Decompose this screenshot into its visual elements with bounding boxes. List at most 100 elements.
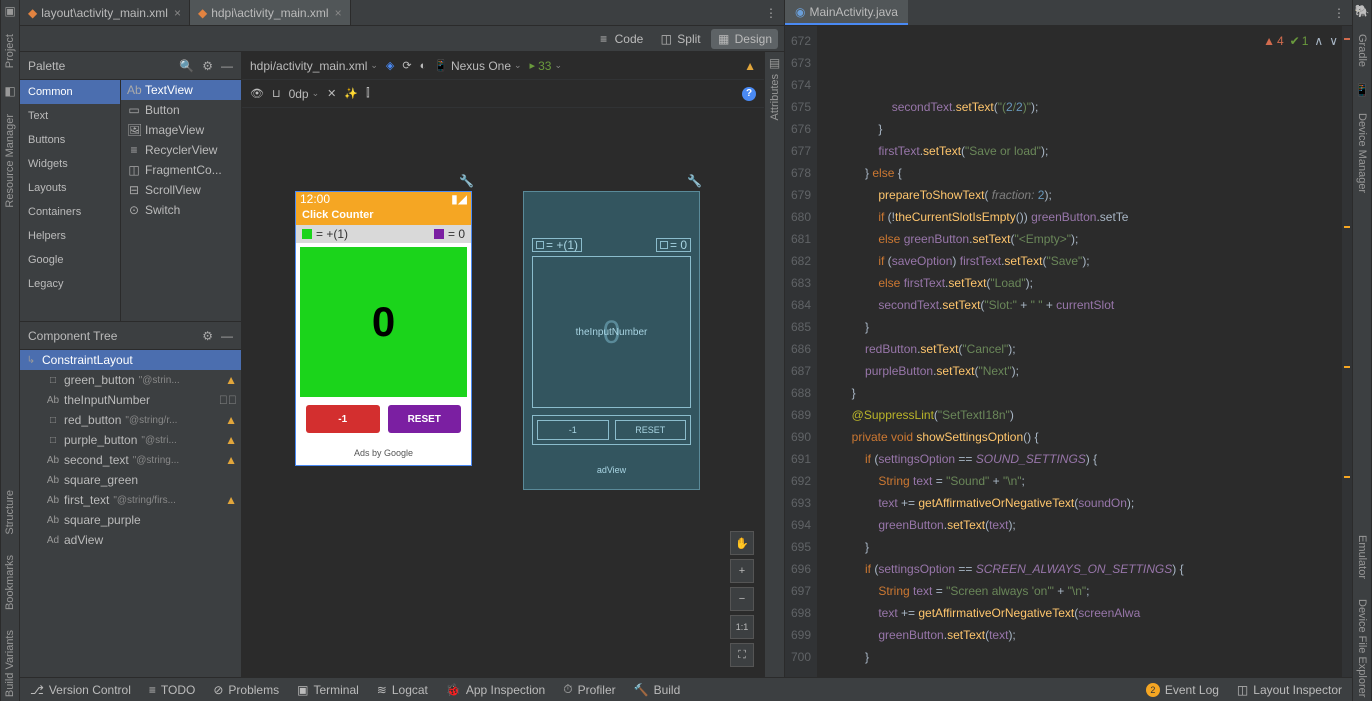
warning-icon[interactable]: ▲: [744, 59, 756, 73]
palette-cat-containers[interactable]: Containers: [20, 200, 120, 224]
attributes-label[interactable]: Attributes: [769, 70, 781, 124]
tree-item[interactable]: Absecond_text "@string...▲: [20, 450, 241, 470]
gear-icon[interactable]: ⚙: [202, 329, 213, 343]
sb-app-inspection[interactable]: 🐞 App Inspection: [446, 683, 545, 697]
zoom-in-button[interactable]: +: [730, 559, 754, 583]
palette-widget[interactable]: AbTextView: [121, 80, 241, 100]
sb-build[interactable]: 🔨 Build: [634, 683, 681, 697]
down-icon[interactable]: ∨: [1329, 30, 1338, 52]
gear-icon[interactable]: ⚙: [202, 59, 213, 73]
palette-cat-text[interactable]: Text: [20, 104, 120, 128]
close-icon[interactable]: ×: [335, 6, 342, 20]
api-dropdown[interactable]: ▸ 33⌄: [530, 59, 562, 73]
sb-profiler[interactable]: ⏱ Profiler: [563, 682, 615, 697]
tree-item[interactable]: Abfirst_text "@string/firs...▲: [20, 490, 241, 510]
zoom-reset-button[interactable]: 1:1: [730, 615, 754, 639]
attributes-icon[interactable]: ▤: [768, 56, 782, 70]
rail-project[interactable]: Project: [4, 30, 16, 72]
zoom-fit-button[interactable]: ⛶: [730, 643, 754, 667]
rail-resource[interactable]: Resource Manager: [4, 110, 16, 212]
tree-item[interactable]: □green_button "@strin...▲: [20, 370, 241, 390]
design-canvas[interactable]: 🔧 🔧 12:00▮◢ Click Counter = +(1) = 0: [242, 108, 764, 677]
editor-tabs: ◆ layout\activity_main.xml × ◆ hdpi\acti…: [20, 0, 784, 26]
palette-widget[interactable]: ⊙Switch: [121, 200, 241, 220]
resource-icon[interactable]: ◧: [3, 84, 17, 98]
palette-cat-helpers[interactable]: Helpers: [20, 224, 120, 248]
align-icon[interactable]: ⫿: [366, 87, 370, 100]
up-icon[interactable]: ∧: [1314, 30, 1323, 52]
pan-icon[interactable]: ✋: [730, 531, 754, 555]
zoom-out-button[interactable]: −: [730, 587, 754, 611]
surface-icon[interactable]: ◈: [386, 59, 394, 72]
tree-item[interactable]: AdadView: [20, 530, 241, 550]
theme-icon[interactable]: ◐: [420, 60, 427, 72]
palette-cat-layouts[interactable]: Layouts: [20, 176, 120, 200]
chevron-down-icon: ⌄: [514, 60, 522, 71]
gradle-icon[interactable]: 🐘: [1355, 4, 1369, 18]
tree-item[interactable]: Absquare_green: [20, 470, 241, 490]
rail-build-variants[interactable]: Build Variants: [4, 626, 16, 701]
tabs-more-icon[interactable]: ⋮: [758, 0, 784, 25]
sb-logcat[interactable]: ≋ Logcat: [377, 683, 428, 697]
tree-title: Component Tree: [28, 329, 117, 343]
sb-vcs[interactable]: ⎇ Version Control: [30, 683, 131, 697]
palette-cat-legacy[interactable]: Legacy: [20, 272, 120, 296]
tree-item[interactable]: Absquare_purple: [20, 510, 241, 530]
tab-java[interactable]: ◉ MainActivity.java: [785, 0, 908, 25]
tab-layout-xml[interactable]: ◆ layout\activity_main.xml ×: [20, 0, 190, 25]
rail-file-explorer[interactable]: Device File Explorer: [1356, 595, 1368, 701]
code-editor[interactable]: ▲4 ✔1 ∧ ∨ secondText.setText("(2/2)"); }…: [817, 26, 1352, 677]
view-design-button[interactable]: ▦Design: [711, 29, 778, 49]
palette-widget[interactable]: ≡RecyclerView: [121, 140, 241, 160]
tree-item[interactable]: AbtheInputNumber 👁⃠: [20, 390, 241, 410]
rail-structure[interactable]: Structure: [4, 486, 16, 539]
tree-root[interactable]: ↳ ConstraintLayout: [20, 350, 241, 370]
rail-gradle[interactable]: Gradle: [1356, 30, 1368, 71]
tree-item[interactable]: □purple_button "@stri...▲: [20, 430, 241, 450]
sb-terminal[interactable]: ▣ Terminal: [297, 683, 359, 697]
close-icon[interactable]: ×: [174, 6, 181, 20]
tabs-more-icon[interactable]: ⋮: [1326, 0, 1352, 25]
hidden-icon[interactable]: 👁⃠: [219, 393, 237, 407]
collapse-icon[interactable]: —: [221, 329, 233, 343]
palette-widget[interactable]: 🖼ImageView: [121, 120, 241, 140]
file-dropdown[interactable]: hdpi/activity_main.xml⌄: [250, 59, 378, 73]
error-stripe[interactable]: [1342, 26, 1352, 677]
palette-cat-buttons[interactable]: Buttons: [20, 128, 120, 152]
rail-emulator[interactable]: Emulator: [1356, 531, 1368, 583]
project-icon[interactable]: ▣: [3, 4, 17, 18]
palette-cat-google[interactable]: Google: [20, 248, 120, 272]
rail-device-manager[interactable]: Device Manager: [1356, 109, 1368, 197]
palette-widget[interactable]: ▭Button: [121, 100, 241, 120]
tree-item[interactable]: □red_button "@string/r...▲: [20, 410, 241, 430]
inspections[interactable]: ▲4 ✔1 ∧ ∨: [1263, 30, 1338, 52]
help-icon[interactable]: ?: [742, 87, 756, 101]
view-split-button[interactable]: ◫Split: [653, 29, 706, 49]
device-icon[interactable]: 📱: [1355, 83, 1369, 97]
palette-widget[interactable]: ◫FragmentCo...: [121, 160, 241, 180]
sb-problems[interactable]: ⊘ Problems: [213, 683, 279, 697]
search-icon[interactable]: 🔍: [179, 59, 194, 73]
sb-layout-inspector[interactable]: ◫ Layout Inspector: [1237, 683, 1342, 697]
chevron-down-icon: ⌄: [554, 60, 562, 71]
eye-icon[interactable]: 👁: [250, 87, 264, 100]
margin-dropdown[interactable]: 0dp⌄: [289, 87, 320, 101]
preview-rendered[interactable]: 12:00▮◢ Click Counter = +(1) = 0 0 -1: [295, 191, 472, 466]
view-code-button[interactable]: ≡Code: [591, 29, 650, 49]
orientation-icon[interactable]: ⟳: [402, 59, 411, 72]
wrench-icon[interactable]: 🔧: [687, 174, 702, 188]
palette-cat-widgets[interactable]: Widgets: [20, 152, 120, 176]
sb-todo[interactable]: ≡ TODO: [149, 683, 195, 697]
device-dropdown[interactable]: 📱 Nexus One⌄: [434, 59, 521, 73]
palette-widget[interactable]: ⊟ScrollView: [121, 180, 241, 200]
preview-blueprint[interactable]: = +(1) = 0 0 theInputNumber -1 RESET: [523, 191, 700, 490]
tab-hdpi-xml[interactable]: ◆ hdpi\activity_main.xml ×: [190, 0, 351, 25]
wand-icon[interactable]: ✨: [344, 87, 358, 100]
wrench-icon[interactable]: 🔧: [459, 174, 474, 188]
collapse-icon[interactable]: —: [221, 59, 233, 73]
magnet-icon[interactable]: ⊔: [272, 87, 281, 100]
clear-icon[interactable]: ✕: [327, 87, 336, 100]
sb-event-log[interactable]: 2Event Log: [1146, 683, 1219, 697]
rail-bookmarks[interactable]: Bookmarks: [4, 551, 16, 614]
palette-cat-common[interactable]: Common: [20, 80, 120, 104]
